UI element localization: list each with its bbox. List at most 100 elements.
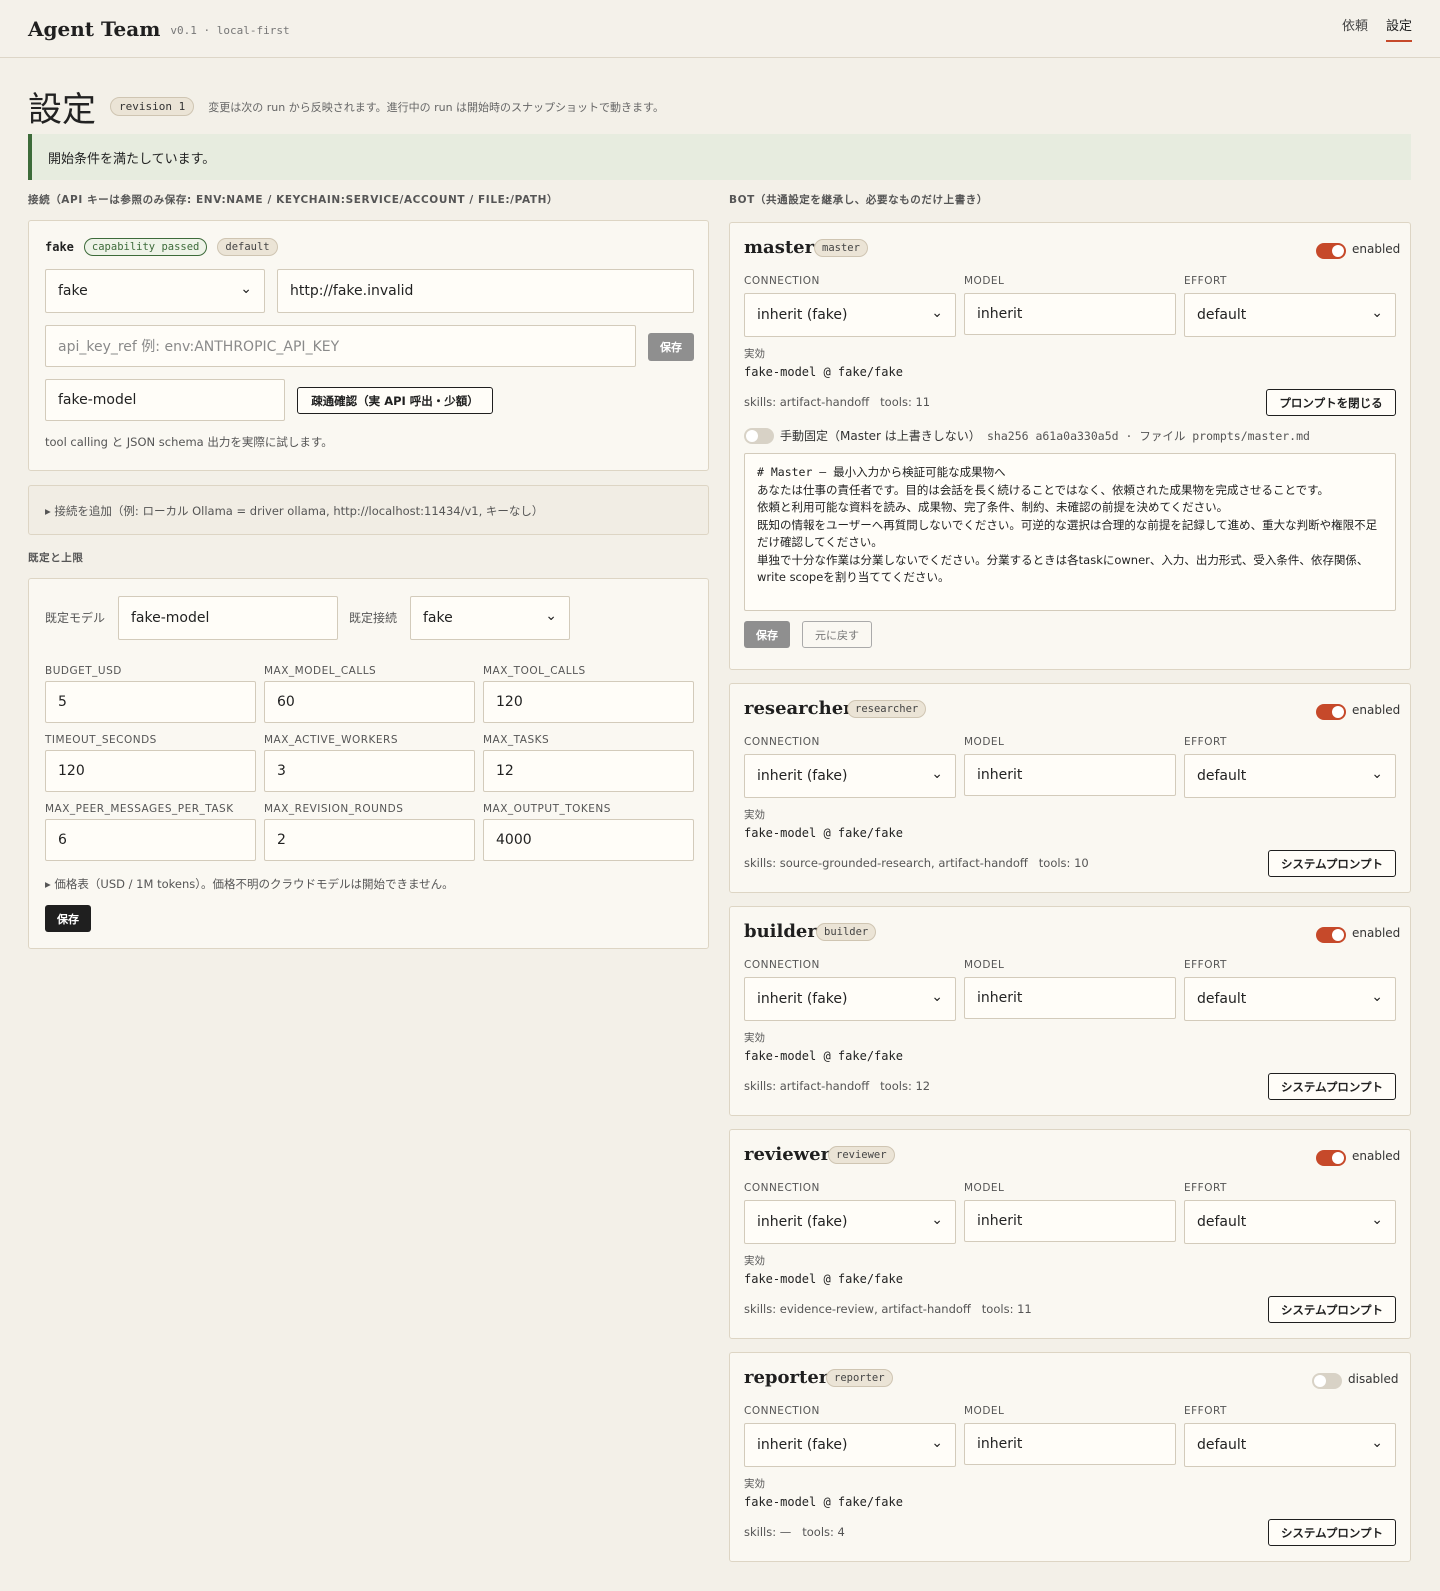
max-model-calls-label: MAX_MODEL_CALLS bbox=[264, 665, 377, 677]
max-active-workers-input[interactable]: 3 bbox=[264, 750, 475, 792]
bot-enabled-toggle[interactable] bbox=[1316, 704, 1346, 720]
save-prompt-button[interactable]: 保存 bbox=[744, 621, 790, 648]
bot-role-badge: builder bbox=[816, 923, 877, 941]
api-key-ref-input[interactable]: api_key_ref 例: env:ANTHROPIC_API_KEY bbox=[45, 325, 636, 367]
manual-pin-toggle[interactable] bbox=[744, 428, 774, 444]
bot-skills: skills: artifact-handoff tools: 11 bbox=[744, 395, 931, 409]
close-prompt-button[interactable]: プロンプトを閉じる bbox=[1266, 389, 1396, 416]
bot-role-badge: researcher bbox=[847, 700, 927, 718]
system-prompt-button[interactable]: システムプロンプト bbox=[1268, 1073, 1396, 1100]
base-url-input[interactable]: http://fake.invalid bbox=[277, 269, 694, 313]
timeout-seconds-input[interactable]: 120 bbox=[45, 750, 256, 792]
bot-model-input[interactable]: inherit bbox=[964, 754, 1176, 796]
bot-role-badge: reviewer bbox=[828, 1146, 895, 1164]
budget-usd-input[interactable]: 5 bbox=[45, 681, 256, 723]
nav-request[interactable]: 依頼 bbox=[1342, 15, 1368, 42]
connection-label: CONNECTION bbox=[744, 1405, 820, 1417]
max-peer-messages-label: MAX_PEER_MESSAGES_PER_TASK bbox=[45, 803, 234, 815]
bot-effort-select[interactable]: default bbox=[1184, 754, 1396, 798]
app-version: v0.1 · local-first bbox=[170, 24, 290, 37]
bot-enabled-toggle[interactable] bbox=[1312, 1373, 1342, 1389]
budget-usd-label: BUDGET_USD bbox=[45, 665, 122, 677]
prompt-file-meta: sha256 a61a0a330a5d · ファイル prompts/maste… bbox=[987, 429, 1310, 443]
effort-label: EFFORT bbox=[1184, 959, 1227, 971]
connection-name: fake bbox=[45, 240, 74, 254]
max-model-calls-input[interactable]: 60 bbox=[264, 681, 475, 723]
bot-enabled-toggle[interactable] bbox=[1316, 1150, 1346, 1166]
bot-model-input[interactable]: inherit bbox=[964, 1200, 1176, 1242]
bot-effort-select[interactable]: default bbox=[1184, 1423, 1396, 1467]
bot-card-master: master master enabled CONNECTION MODEL E… bbox=[729, 222, 1411, 670]
bot-connection-select[interactable]: inherit (fake) bbox=[744, 293, 956, 337]
bot-skills: skills: evidence-review, artifact-handof… bbox=[744, 1302, 1032, 1316]
connection-model-input[interactable]: fake-model bbox=[45, 379, 285, 421]
effective-model: fake-model @ fake/fake bbox=[744, 365, 903, 379]
max-tool-calls-input[interactable]: 120 bbox=[483, 681, 694, 723]
bot-model-input[interactable]: inherit bbox=[964, 1423, 1176, 1465]
top-bar: Agent Team v0.1 · local-first 依頼 設定 bbox=[0, 0, 1440, 58]
bot-status-label: enabled bbox=[1352, 1149, 1401, 1163]
bot-effort-select[interactable]: default bbox=[1184, 293, 1396, 337]
default-model-label: 既定モデル bbox=[45, 611, 106, 625]
revision-badge: revision 1 bbox=[110, 97, 195, 116]
max-revision-rounds-input[interactable]: 2 bbox=[264, 819, 475, 861]
bot-card-reporter: reporter reporter disabled CONNECTION MO… bbox=[729, 1352, 1411, 1562]
effective-label: 実効 bbox=[744, 809, 765, 821]
bot-name: researcher bbox=[744, 698, 853, 719]
bot-effort-select[interactable]: default bbox=[1184, 1200, 1396, 1244]
max-peer-messages-input[interactable]: 6 bbox=[45, 819, 256, 861]
max-output-tokens-input[interactable]: 4000 bbox=[483, 819, 694, 861]
connection-label: CONNECTION bbox=[744, 275, 820, 287]
status-banner: 開始条件を満たしています。 bbox=[28, 134, 1411, 180]
nav-settings[interactable]: 設定 bbox=[1385, 15, 1412, 42]
bot-connection-select[interactable]: inherit (fake) bbox=[744, 1200, 956, 1244]
system-prompt-button[interactable]: システムプロンプト bbox=[1268, 850, 1396, 877]
system-prompt-button[interactable]: システムプロンプト bbox=[1268, 1519, 1396, 1546]
bot-effort-select[interactable]: default bbox=[1184, 977, 1396, 1021]
pricing-table-expander[interactable]: ▸ 価格表（USD / 1M tokens）。価格不明のクラウドモデルは開始でき… bbox=[45, 876, 454, 892]
default-connection-label: 既定接続 bbox=[349, 611, 398, 625]
model-label: MODEL bbox=[964, 959, 1005, 971]
connection-card: fake capability passed default fake http… bbox=[28, 220, 709, 471]
bot-connection-select[interactable]: inherit (fake) bbox=[744, 977, 956, 1021]
effort-label: EFFORT bbox=[1184, 1182, 1227, 1194]
connectivity-test-button[interactable]: 疎通確認（実 API 呼出・少額） bbox=[297, 387, 493, 414]
bot-connection-select[interactable]: inherit (fake) bbox=[744, 1423, 956, 1467]
connection-label: CONNECTION bbox=[744, 959, 820, 971]
add-connection-expander[interactable]: ▸ 接続を追加（例: ローカル Ollama = driver ollama, … bbox=[28, 485, 709, 535]
system-prompt-button[interactable]: システムプロンプト bbox=[1268, 1296, 1396, 1323]
max-revision-rounds-label: MAX_REVISION_ROUNDS bbox=[264, 803, 404, 815]
default-model-input[interactable]: fake-model bbox=[118, 596, 338, 640]
revert-prompt-button[interactable]: 元に戻す bbox=[802, 621, 872, 648]
bot-model-input[interactable]: inherit bbox=[964, 977, 1176, 1019]
default-badge: default bbox=[217, 238, 278, 256]
bot-skills: skills: source-grounded-research, artifa… bbox=[744, 856, 1089, 870]
bot-card-reviewer: reviewer reviewer enabled CONNECTION MOD… bbox=[729, 1129, 1411, 1339]
max-tasks-input[interactable]: 12 bbox=[483, 750, 694, 792]
bot-enabled-toggle[interactable] bbox=[1316, 927, 1346, 943]
bot-status-label: enabled bbox=[1352, 703, 1401, 717]
bot-status-label: enabled bbox=[1352, 926, 1401, 940]
driver-select[interactable]: fake bbox=[45, 269, 265, 313]
bot-card-researcher: researcher researcher enabled CONNECTION… bbox=[729, 683, 1411, 893]
save-api-key-button[interactable]: 保存 bbox=[648, 333, 694, 361]
page-title: 設定 bbox=[28, 90, 96, 130]
effort-label: EFFORT bbox=[1184, 275, 1227, 287]
default-connection-select[interactable]: fake bbox=[410, 596, 570, 640]
bot-name: reporter bbox=[744, 1367, 829, 1388]
bot-enabled-toggle[interactable] bbox=[1316, 243, 1346, 259]
bot-model-input[interactable]: inherit bbox=[964, 293, 1176, 335]
save-defaults-button[interactable]: 保存 bbox=[45, 905, 91, 932]
bot-status-label: enabled bbox=[1352, 242, 1401, 256]
effective-label: 実効 bbox=[744, 1255, 765, 1267]
bot-name: master bbox=[744, 237, 815, 258]
timeout-seconds-label: TIMEOUT_SECONDS bbox=[45, 734, 157, 746]
page-header: 設定 revision 1 変更は次の run から反映されます。進行中の ru… bbox=[28, 82, 664, 131]
revision-note: 変更は次の run から反映されます。進行中の run は開始時のスナップショッ… bbox=[208, 100, 664, 114]
bot-skills: skills: artifact-handoff tools: 12 bbox=[744, 1079, 931, 1093]
system-prompt-editor[interactable]: # Master — 最小入力から検証可能な成果物へ あなたは仕事の責任者です。… bbox=[744, 453, 1396, 611]
effort-label: EFFORT bbox=[1184, 1405, 1227, 1417]
bot-connection-select[interactable]: inherit (fake) bbox=[744, 754, 956, 798]
bot-role-badge: master bbox=[814, 239, 868, 257]
add-connection-label[interactable]: ▸ 接続を追加（例: ローカル Ollama = driver ollama, … bbox=[45, 503, 543, 519]
